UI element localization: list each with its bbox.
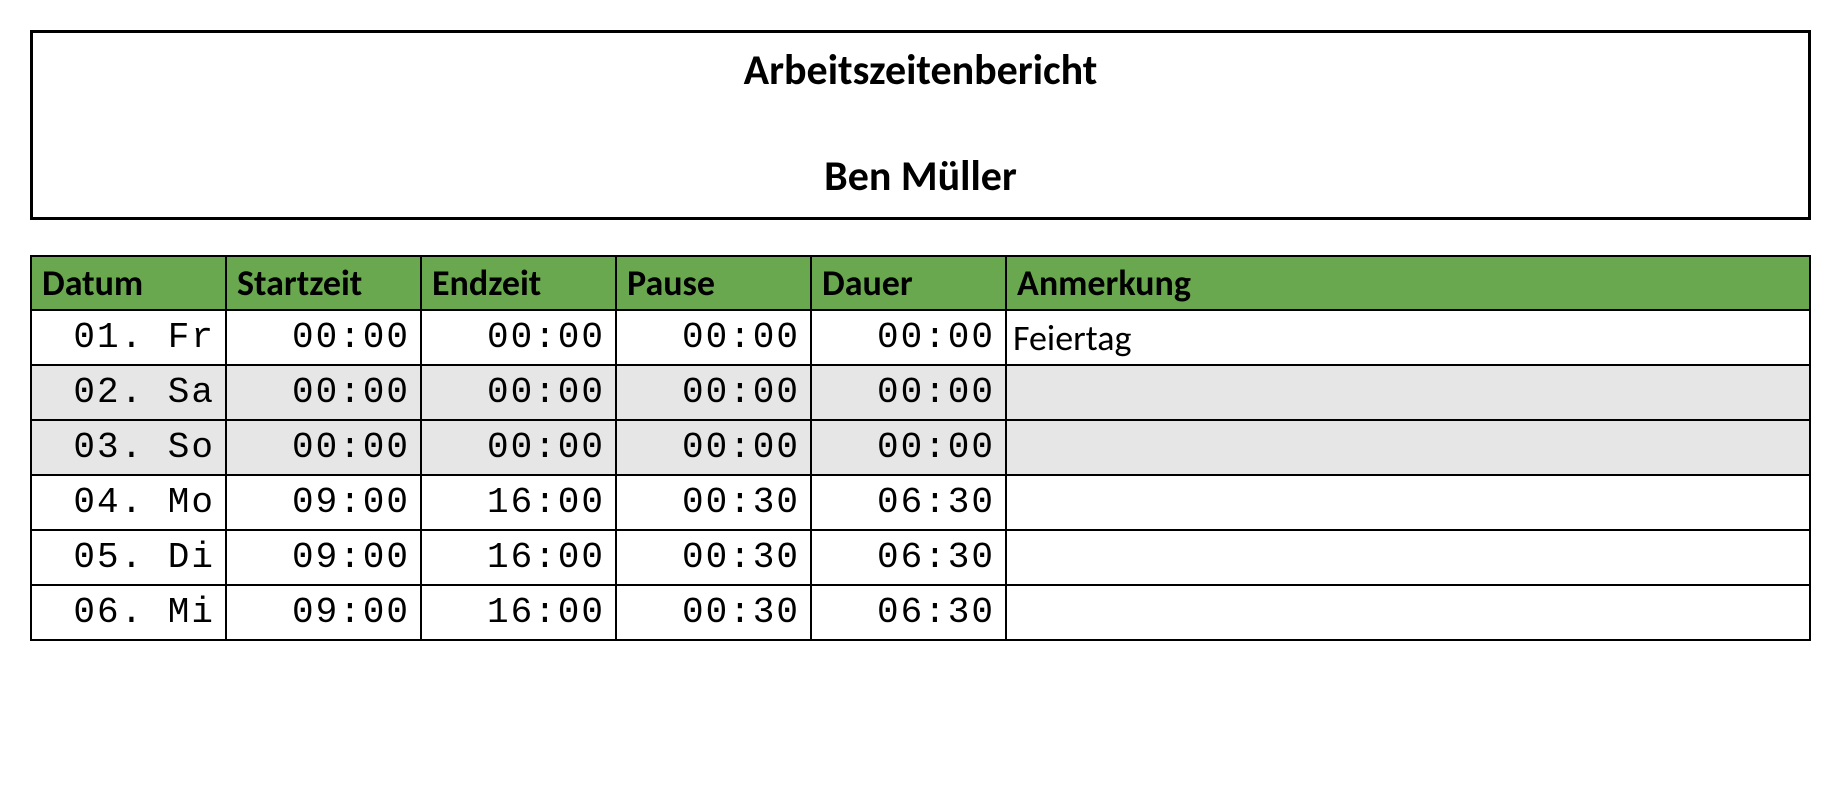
cell-datum: 01. Fr [31,310,226,365]
cell-anmerkung [1006,585,1810,640]
cell-anmerkung [1006,365,1810,420]
table-row: 04. Mo09:0016:0000:3006:30 [31,475,1810,530]
cell-pause: 00:30 [616,585,811,640]
col-endzeit: Endzeit [421,256,616,310]
col-dauer: Dauer [811,256,1006,310]
cell-pause: 00:30 [616,475,811,530]
cell-anmerkung [1006,420,1810,475]
cell-end: 16:00 [421,530,616,585]
cell-anmerkung [1006,530,1810,585]
header-box: Arbeitszeitenbericht Ben Müller [30,30,1811,220]
cell-end: 16:00 [421,475,616,530]
cell-dauer: 00:00 [811,365,1006,420]
cell-datum: 05. Di [31,530,226,585]
cell-end: 16:00 [421,585,616,640]
cell-datum: 06. Mi [31,585,226,640]
cell-anmerkung [1006,475,1810,530]
cell-start: 00:00 [226,365,421,420]
cell-start: 09:00 [226,585,421,640]
cell-pause: 00:00 [616,420,811,475]
cell-pause: 00:00 [616,365,811,420]
col-startzeit: Startzeit [226,256,421,310]
cell-datum: 04. Mo [31,475,226,530]
cell-dauer: 00:00 [811,420,1006,475]
cell-end: 00:00 [421,365,616,420]
report-person: Ben Müller [53,151,1788,202]
cell-start: 00:00 [226,420,421,475]
cell-end: 00:00 [421,420,616,475]
table-row: 02. Sa00:0000:0000:0000:00 [31,365,1810,420]
cell-datum: 03. So [31,420,226,475]
cell-end: 00:00 [421,310,616,365]
cell-start: 00:00 [226,310,421,365]
cell-anmerkung: Feiertag [1006,310,1810,365]
col-pause: Pause [616,256,811,310]
col-anmerkung: Anmerkung [1006,256,1810,310]
table-row: 05. Di09:0016:0000:3006:30 [31,530,1810,585]
cell-start: 09:00 [226,475,421,530]
timesheet-table: Datum Startzeit Endzeit Pause Dauer Anme… [30,255,1811,641]
table-header-row: Datum Startzeit Endzeit Pause Dauer Anme… [31,256,1810,310]
cell-datum: 02. Sa [31,365,226,420]
cell-dauer: 06:30 [811,530,1006,585]
cell-pause: 00:30 [616,530,811,585]
table-row: 06. Mi09:0016:0000:3006:30 [31,585,1810,640]
report-title: Arbeitszeitenbericht [53,45,1788,96]
cell-dauer: 06:30 [811,475,1006,530]
table-row: 01. Fr00:0000:0000:0000:00Feiertag [31,310,1810,365]
table-row: 03. So00:0000:0000:0000:00 [31,420,1810,475]
cell-dauer: 06:30 [811,585,1006,640]
cell-pause: 00:00 [616,310,811,365]
cell-start: 09:00 [226,530,421,585]
col-datum: Datum [31,256,226,310]
cell-dauer: 00:00 [811,310,1006,365]
